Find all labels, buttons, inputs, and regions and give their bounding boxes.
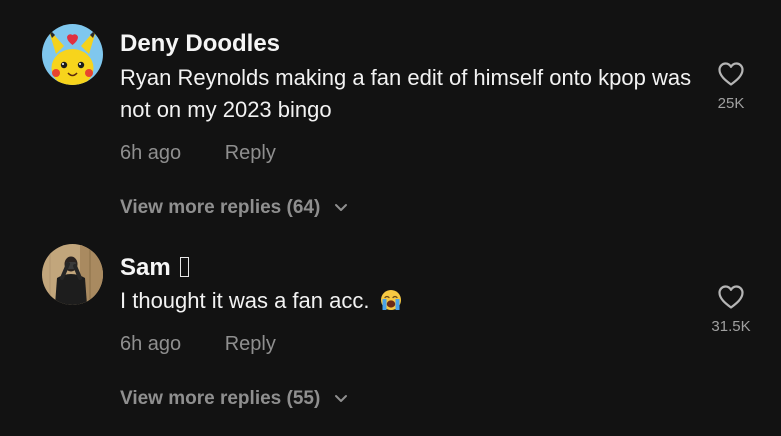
comment-username[interactable]: Deny Doodles: [120, 30, 280, 58]
like-button[interactable]: 25K: [701, 61, 761, 112]
comment-username[interactable]: Sam: [120, 254, 189, 282]
username-label: Deny Doodles: [120, 30, 281, 57]
heart-icon: [718, 62, 744, 86]
chevron-down-icon: [334, 387, 348, 409]
view-more-label: View more replies (64): [120, 197, 321, 218]
view-more-replies-button[interactable]: View more replies (55): [120, 387, 348, 410]
heart-icon: [718, 285, 744, 309]
username-label: Sam: [120, 254, 171, 281]
unsupported-glyph-icon: [179, 257, 189, 277]
like-button[interactable]: 31.5K: [701, 284, 761, 335]
comment-text: I thought it was a fan acc.: [120, 285, 710, 317]
view-more-label: View more replies (55): [120, 388, 321, 409]
view-more-replies-button[interactable]: View more replies (64): [120, 196, 348, 219]
comment-text-body: I thought it was a fan acc.: [120, 288, 370, 313]
comment-text: Ryan Reynolds making a fan edit of himse…: [120, 65, 692, 122]
like-count: 25K: [717, 95, 745, 112]
crying-face-emoji-icon: [380, 288, 402, 310]
user-avatar[interactable]: [42, 244, 103, 305]
chevron-down-icon: [334, 196, 348, 218]
pikachu-avatar-icon: [42, 24, 103, 85]
comment-meta: 6h ago Reply: [120, 142, 276, 165]
comment-timestamp: 6h ago: [120, 333, 182, 355]
user-avatar[interactable]: [42, 24, 103, 85]
reply-button[interactable]: Reply: [225, 333, 276, 355]
person-photo-avatar-icon: [42, 244, 103, 305]
comment-timestamp: 6h ago: [120, 142, 182, 164]
reply-button[interactable]: Reply: [225, 142, 276, 164]
comment-meta: 6h ago Reply: [120, 333, 276, 356]
like-count: 31.5K: [711, 318, 751, 335]
